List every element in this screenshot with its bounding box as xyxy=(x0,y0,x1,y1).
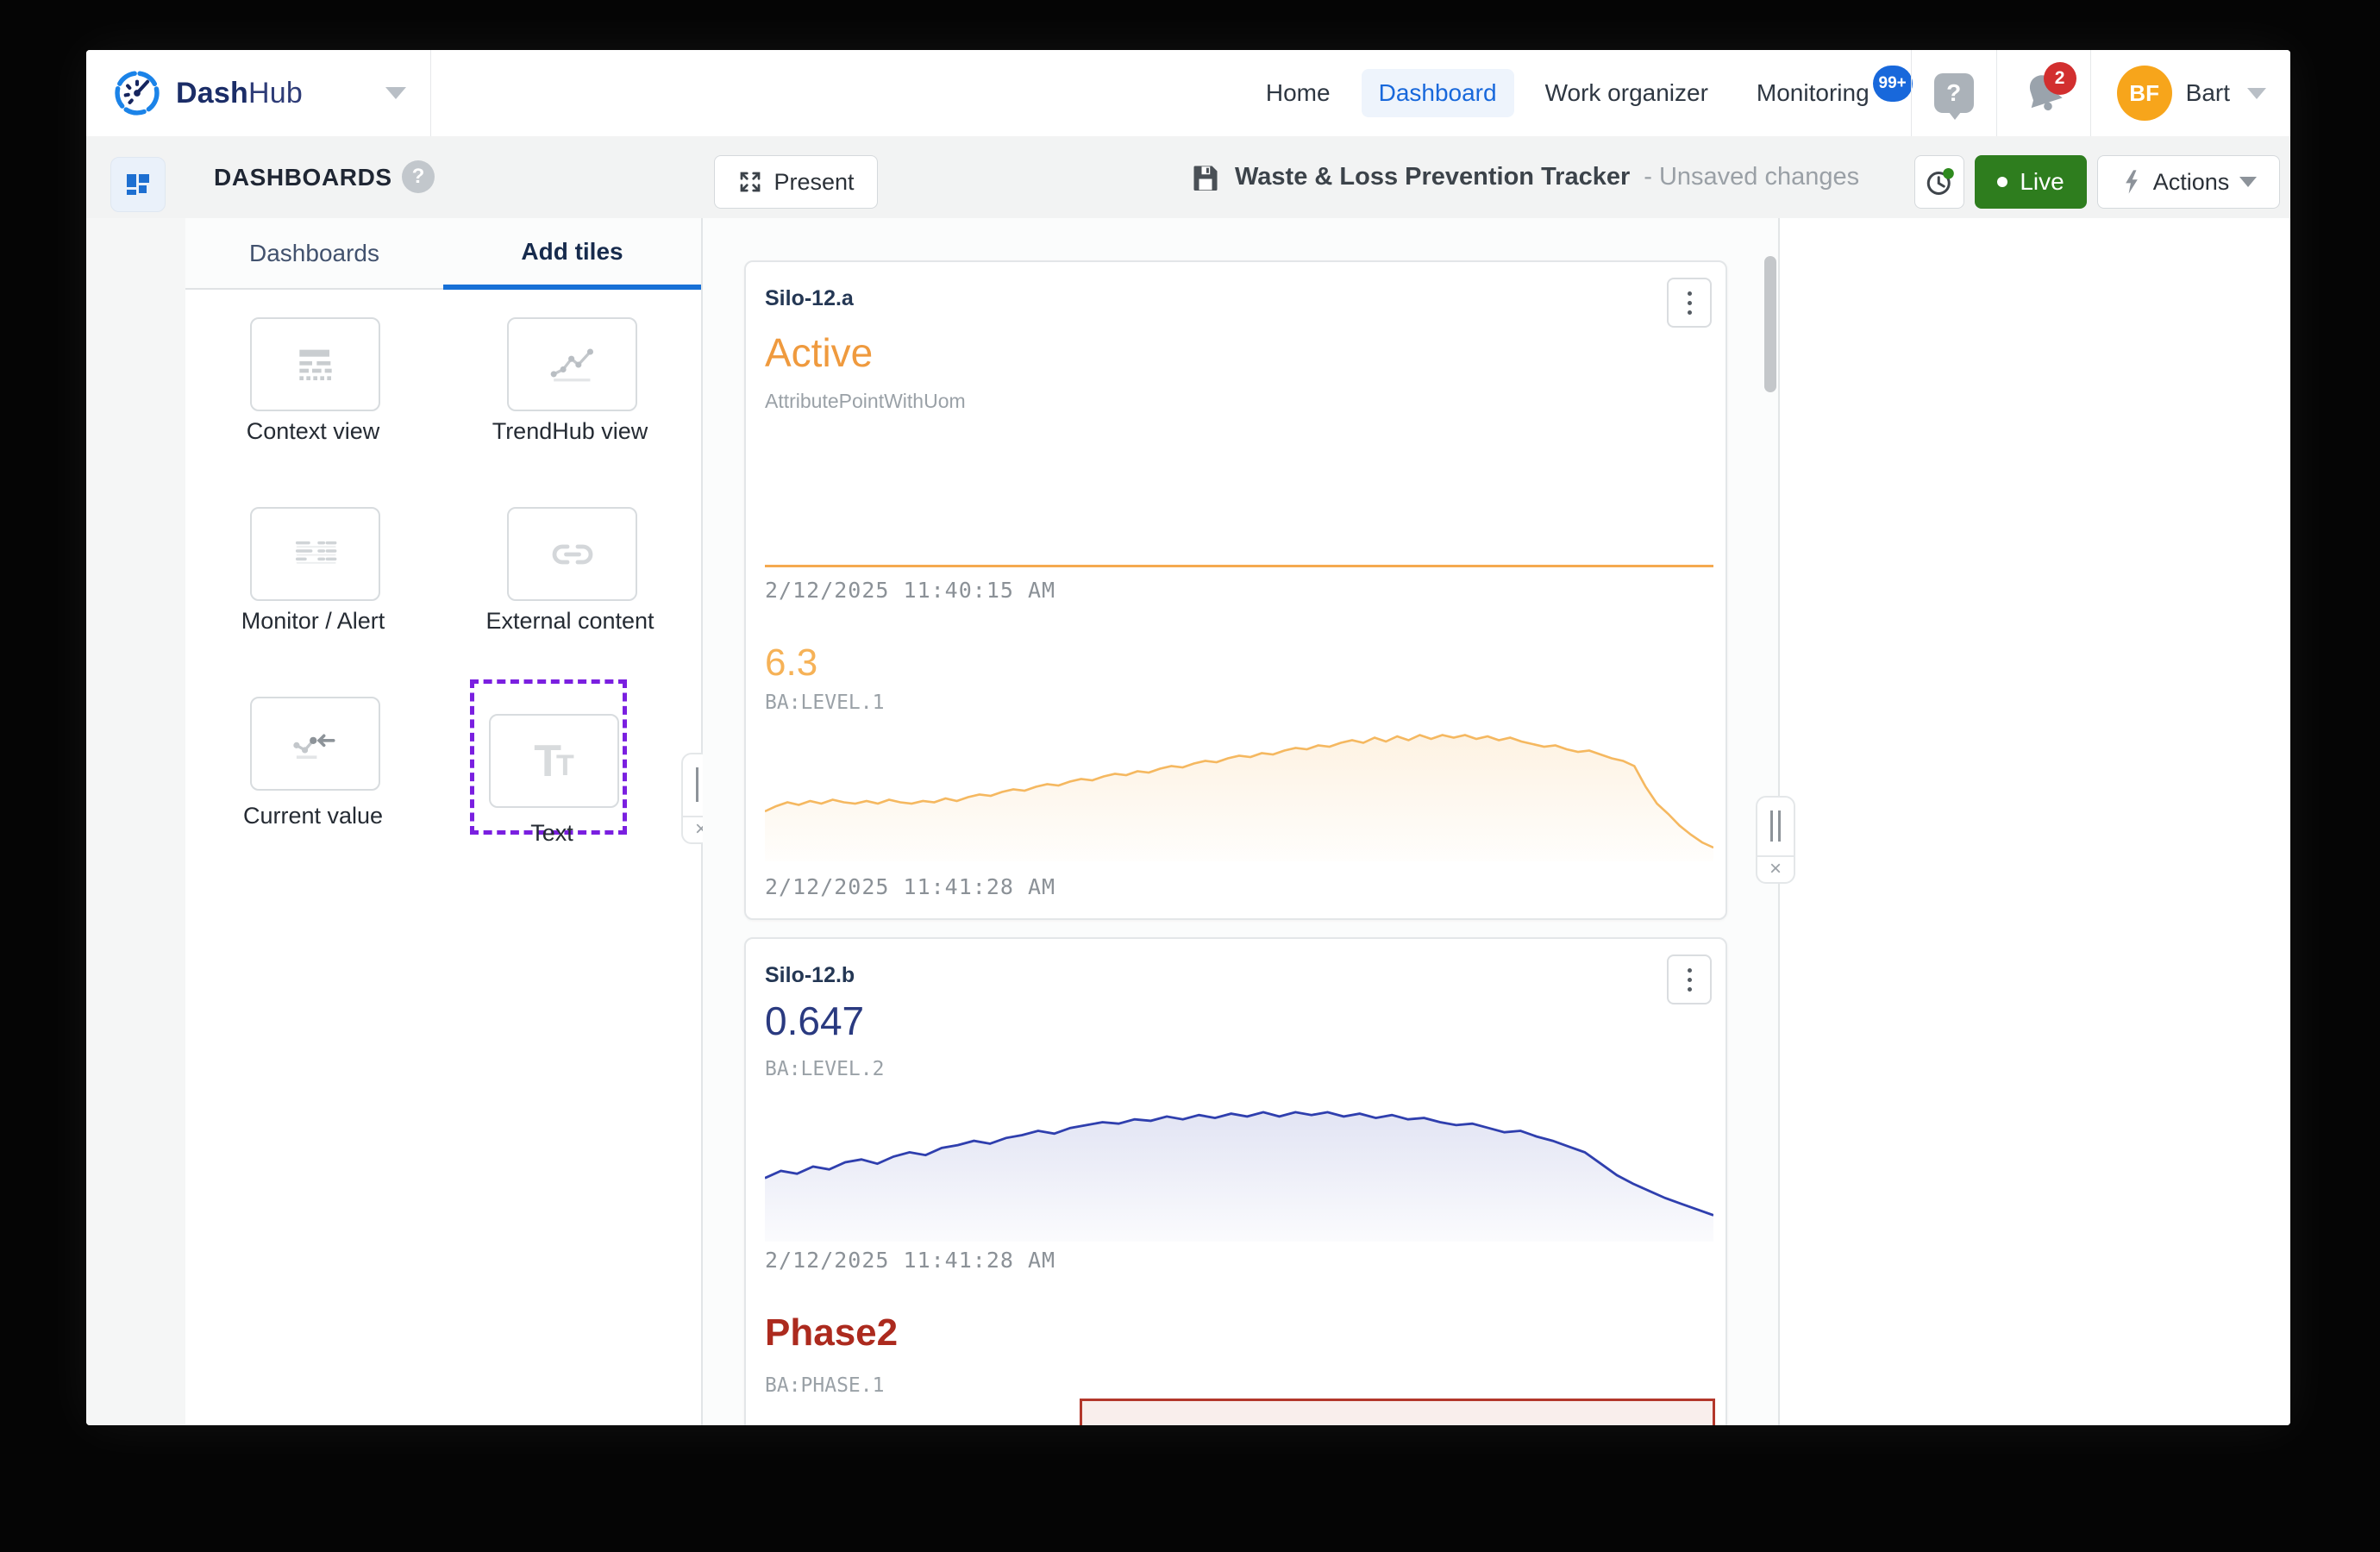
tile-option-trendhub-view[interactable] xyxy=(507,317,637,411)
tile-menu-button[interactable] xyxy=(1667,954,1712,1004)
vertical-scrollbar[interactable] xyxy=(1764,256,1776,392)
notifications-cell: 2 xyxy=(1996,50,2090,136)
add-tiles-sidebar: Dashboards Add tiles Context view TrendH… xyxy=(185,218,701,1425)
flat-sparkline xyxy=(765,565,1713,567)
dashboard-tile-silo-12b[interactable]: Silo-12.b 0.647 BA:LEVEL.2 2/12/2025 11:… xyxy=(744,937,1727,1425)
help-cell: ? xyxy=(1911,50,1996,136)
nav-item-monitoring[interactable]: Monitoring 99+ xyxy=(1739,69,1887,117)
current-value: 6.3 xyxy=(765,641,817,685)
user-menu[interactable]: BF Bart xyxy=(2090,50,2290,136)
tile-option-label: Context view xyxy=(201,418,425,445)
status-attribute-label: AttributePointWithUom xyxy=(765,390,966,413)
trend-chart-icon xyxy=(547,343,598,386)
link-icon xyxy=(549,537,596,572)
level2-sparkline-chart xyxy=(765,1090,1713,1242)
tile-option-external-content[interactable] xyxy=(507,507,637,601)
screenshot-stage: DashHub Home Dashboard Work organizer Mo… xyxy=(0,0,2380,1552)
brand-chevron-down-icon[interactable] xyxy=(385,87,406,99)
context-view-icon xyxy=(292,344,339,385)
dashboard-grid-icon xyxy=(121,167,155,202)
tile-title: Silo-12.a xyxy=(765,286,854,311)
config-splitter-handle[interactable]: × xyxy=(1756,796,1795,884)
app-window: DashHub Home Dashboard Work organizer Mo… xyxy=(86,50,2290,1425)
tab-add-tiles[interactable]: Add tiles xyxy=(443,218,701,290)
status-value: Active xyxy=(765,329,873,376)
actions-chevron-down-icon xyxy=(2239,177,2257,187)
dashboards-rail-button[interactable] xyxy=(110,157,166,212)
nav-divider xyxy=(430,50,431,136)
tile-option-current-value[interactable] xyxy=(250,697,380,791)
monitor-alert-icon xyxy=(291,535,340,573)
current-value-icon xyxy=(291,724,341,764)
value-attribute-label: BA:LEVEL.1 xyxy=(765,692,884,714)
timestamp: 2/12/2025 11:41:28 AM xyxy=(765,874,1055,899)
clock-icon xyxy=(1924,166,1955,197)
user-name: Bart xyxy=(2186,79,2230,107)
document-status: - Unsaved changes xyxy=(1644,163,1859,191)
value-attribute-label: BA:LEVEL.2 xyxy=(765,1058,884,1080)
tile-menu-button[interactable] xyxy=(1667,278,1712,328)
user-chevron-down-icon xyxy=(2247,88,2266,99)
nav-menu: Home Dashboard Work organizer Monitoring… xyxy=(1242,50,2290,136)
tile-option-context-view[interactable] xyxy=(250,317,380,411)
tile-title: Silo-12.b xyxy=(765,963,855,988)
timestamp: 2/12/2025 11:41:28 AM xyxy=(765,1248,1055,1273)
dashboard-tile-silo-12a[interactable]: Silo-12.a Active AttributePointWithUom 2… xyxy=(744,260,1727,920)
lightning-icon xyxy=(2120,169,2143,195)
brand-name: DashHub xyxy=(176,77,303,110)
live-dot-icon xyxy=(1997,177,2007,187)
tile-option-label: Monitor / Alert xyxy=(201,608,425,635)
config-region: Configuration Title Optional TEXT CONTEN… xyxy=(1780,218,2290,1425)
dashboards-help-icon[interactable]: ? xyxy=(402,160,435,193)
gauge-logo-icon xyxy=(112,68,162,118)
icon-rail xyxy=(86,218,185,1425)
brand-logo[interactable]: DashHub xyxy=(86,68,303,118)
notifications-button[interactable]: 2 xyxy=(2020,69,2068,117)
collapse-config-button[interactable]: × xyxy=(1757,857,1794,882)
text-tile-icon: T T xyxy=(534,739,574,784)
document-title: Waste & Loss Prevention Tracker xyxy=(1235,163,1630,191)
drag-grip-icon[interactable] xyxy=(1757,798,1794,857)
tile-option-text[interactable]: T T xyxy=(489,714,619,808)
phase-alert-region xyxy=(1080,1399,1715,1425)
toolbar: DASHBOARDS ? Present Waste & Loss Preven… xyxy=(86,136,2290,219)
help-icon[interactable]: ? xyxy=(1934,73,1974,113)
avatar: BF xyxy=(2117,66,2172,121)
timestamp: 2/12/2025 11:40:15 AM xyxy=(765,578,1055,603)
save-icon[interactable] xyxy=(1190,162,1221,193)
dashboard-canvas: Silo-12.a Active AttributePointWithUom 2… xyxy=(703,218,1778,1425)
live-button[interactable]: Live xyxy=(1975,155,2087,209)
present-button[interactable]: Present xyxy=(714,155,878,209)
toolbar-actions: Live Actions xyxy=(1914,155,2280,209)
phase-value: Phase2 xyxy=(765,1311,898,1355)
top-nav: DashHub Home Dashboard Work organizer Mo… xyxy=(86,50,2290,137)
nav-item-work-organizer[interactable]: Work organizer xyxy=(1528,69,1726,117)
actions-button[interactable]: Actions xyxy=(2097,155,2280,209)
level1-sparkline-chart xyxy=(765,723,1713,861)
time-range-button[interactable] xyxy=(1914,155,1964,209)
nav-item-dashboard[interactable]: Dashboard xyxy=(1362,69,1514,117)
tile-option-label: External content xyxy=(458,608,682,635)
expand-icon xyxy=(737,169,763,195)
sidebar-tabs: Dashboards Add tiles xyxy=(185,218,701,290)
tile-option-monitor-alert[interactable] xyxy=(250,507,380,601)
tile-option-label: TrendHub view xyxy=(458,418,682,445)
document-title-group: Waste & Loss Prevention Tracker - Unsave… xyxy=(1190,136,1859,218)
nav-item-home[interactable]: Home xyxy=(1249,69,1348,117)
tab-dashboards[interactable]: Dashboards xyxy=(185,218,443,288)
tile-option-label: Text xyxy=(440,820,664,847)
monitoring-count-badge: 99+ xyxy=(1873,66,1913,102)
sidebar-panel-title: DASHBOARDS xyxy=(214,164,392,191)
tile-option-label: Current value xyxy=(201,803,425,829)
phase-attribute-label: BA:PHASE.1 xyxy=(765,1374,884,1397)
notifications-count-badge: 2 xyxy=(2044,62,2076,95)
current-value: 0.647 xyxy=(765,998,864,1044)
